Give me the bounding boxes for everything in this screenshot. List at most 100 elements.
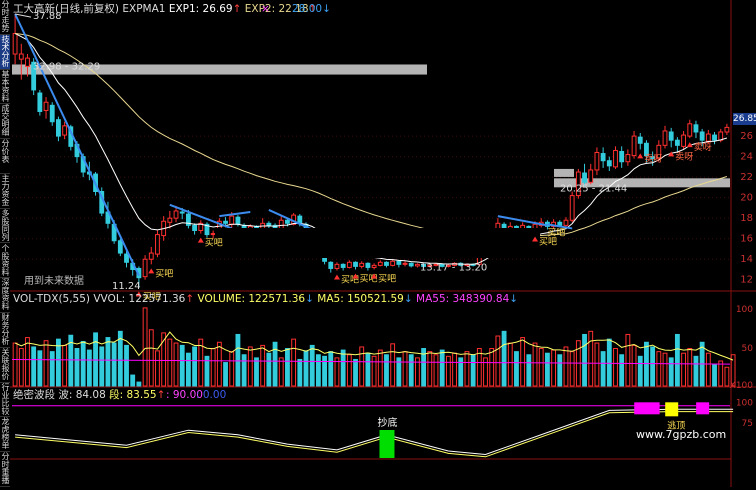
candle-body xyxy=(346,261,352,268)
top-signal-box xyxy=(696,402,710,415)
candle-body xyxy=(619,150,625,163)
candle-body xyxy=(353,261,358,267)
volume-bar xyxy=(229,351,235,387)
candle xyxy=(192,223,198,235)
buy-label: 买吧 xyxy=(155,268,173,279)
volume-bar xyxy=(514,351,519,387)
buy-tag-label: 买吧 xyxy=(547,228,565,239)
candle xyxy=(693,120,699,139)
candle xyxy=(625,149,631,166)
side-tab-10[interactable]: 关联报价 xyxy=(0,348,10,383)
candle-body xyxy=(384,261,389,266)
candle-body xyxy=(148,252,154,260)
oscillator-line-2 xyxy=(15,411,734,458)
buy-label: 买吧 xyxy=(378,273,396,284)
candle-body xyxy=(49,104,55,123)
candle-body xyxy=(334,263,340,269)
volume-bar xyxy=(216,341,222,387)
volume-bar xyxy=(12,342,18,387)
buy-arrow xyxy=(197,237,204,243)
candle-body xyxy=(278,219,284,229)
candle xyxy=(619,146,625,168)
candle-body xyxy=(402,262,408,265)
candle-body xyxy=(687,123,693,137)
volume-value: VOLUME: 122571.36 xyxy=(197,293,306,305)
masked-region xyxy=(215,228,540,258)
volume-bar xyxy=(724,366,730,387)
side-tab-8[interactable]: 深度资料 xyxy=(0,278,10,314)
volume-header: VOL-TDX(5,55) VVOL: 122571.36↑ VOLUME: 1… xyxy=(13,293,518,305)
volume-tick: X100 xyxy=(730,381,754,391)
volume-bar xyxy=(86,349,92,387)
volume-bar xyxy=(495,335,501,387)
sell-label: 卖呀 xyxy=(644,153,662,164)
volume-bar xyxy=(563,346,569,387)
candle xyxy=(204,222,210,238)
candle-body xyxy=(582,172,587,183)
side-tab-9[interactable]: 财务分析 xyxy=(0,313,10,348)
candle xyxy=(155,230,160,258)
candle-body xyxy=(43,101,49,111)
top-signal-box xyxy=(646,402,660,415)
side-tab-1[interactable]: 技术分析 xyxy=(0,34,10,70)
candle xyxy=(600,147,606,168)
volume-bar xyxy=(173,342,179,387)
candle-body xyxy=(594,152,600,171)
volume-bar xyxy=(427,351,433,387)
low-zone-label: 13.17 - 13.20 xyxy=(420,263,487,274)
volume-bar xyxy=(136,381,142,387)
candle-body xyxy=(340,263,346,268)
candle-body xyxy=(606,160,612,167)
side-tab-0[interactable]: 分时走势 xyxy=(0,0,10,35)
volume-bar xyxy=(718,360,724,387)
candle xyxy=(377,260,383,267)
candle-body xyxy=(173,210,179,219)
candle xyxy=(538,218,544,228)
candle-body xyxy=(674,139,680,146)
side-tab-7[interactable]: 个股资料 xyxy=(0,244,10,279)
side-tab-3[interactable]: 成交明细 xyxy=(0,104,10,140)
side-tab-12[interactable]: 龙虎榜单 xyxy=(0,417,10,453)
indicator-header: 绝密波段 波: 84.08 段: 83.55↑ xyxy=(13,389,165,401)
volume-bar xyxy=(315,354,321,387)
volume-bar xyxy=(297,358,303,387)
side-tab-6[interactable]: 多股同列 xyxy=(0,209,10,244)
volume-bar xyxy=(241,354,247,387)
volume-bar xyxy=(644,341,649,387)
volume-bar xyxy=(693,355,699,387)
candle xyxy=(606,156,612,171)
volume-down-icon: ↓ xyxy=(305,293,314,305)
candle-body xyxy=(415,263,420,267)
volume-bar xyxy=(18,348,24,387)
price-tick: 26 xyxy=(740,131,753,142)
volume-bar xyxy=(662,352,668,387)
candle-body xyxy=(408,262,414,267)
price-tick: 22 xyxy=(740,172,753,183)
candle-body xyxy=(223,220,228,224)
volume-bar xyxy=(130,374,136,387)
level-0-value: : 0.00 xyxy=(196,389,227,401)
candle xyxy=(637,133,643,150)
volume-bar xyxy=(625,333,631,387)
volume-bar xyxy=(619,354,625,387)
trend-line xyxy=(219,211,251,218)
volume-bar xyxy=(452,352,457,387)
side-tab-4[interactable]: 分价表 xyxy=(0,139,10,174)
candle-body xyxy=(681,134,686,147)
volume-bar xyxy=(582,333,587,387)
candle-body xyxy=(155,234,160,255)
candle xyxy=(12,14,18,65)
side-tab-5[interactable]: 主力资金 xyxy=(0,174,10,209)
volume-bar xyxy=(99,346,105,387)
volume-tick: 100 xyxy=(736,305,753,315)
price-tick: 24 xyxy=(740,152,753,163)
volume-bar xyxy=(223,362,228,387)
candle xyxy=(266,221,272,229)
side-tab-13[interactable]: 分时重播 xyxy=(0,452,10,487)
side-tab-11[interactable]: 行业比较 xyxy=(0,383,10,418)
sell-arrow xyxy=(637,153,644,159)
price-marker: 28.00↓ xyxy=(292,3,331,15)
volume-bar xyxy=(631,344,637,387)
side-tab-2[interactable]: 基本资料 xyxy=(0,70,10,105)
volume-bar xyxy=(80,340,86,387)
